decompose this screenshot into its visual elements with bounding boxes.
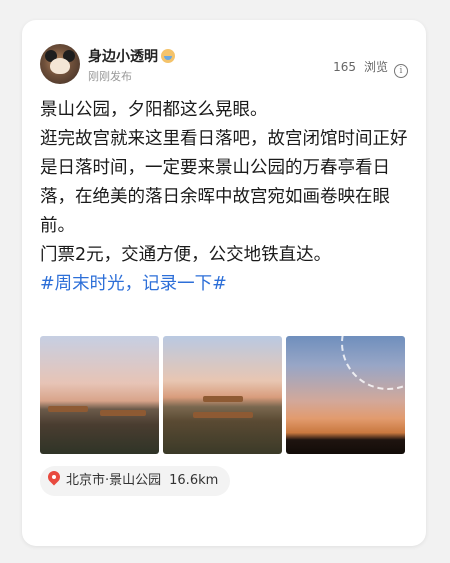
hashtag-link[interactable]: #周末时光，记录一下#	[40, 270, 412, 299]
user-badge-icon	[161, 49, 175, 63]
content-line: 景山公园，夕阳都这么晃眼。	[40, 100, 268, 120]
post-header: 身边小透明 刚刚发布 165 浏览 i	[40, 44, 408, 88]
palace-roof-shape	[203, 396, 243, 402]
view-count: 165 浏览 i	[333, 58, 408, 78]
info-icon[interactable]: i	[394, 64, 408, 78]
view-count-number: 165	[333, 60, 356, 74]
photo-sunset-horizon[interactable]	[286, 336, 405, 454]
palace-roof-shape	[193, 412, 253, 418]
content-line: 门票2元，交通方便，公交地铁直达。	[40, 245, 332, 265]
view-count-label: 浏览	[363, 60, 388, 74]
location-name: 北京市·景山公园	[66, 473, 162, 488]
dashed-arc-shape	[341, 336, 405, 390]
palace-roof-shape	[48, 406, 88, 412]
photo-sunset-palace-1[interactable]	[40, 336, 159, 454]
post-time: 刚刚发布	[88, 70, 132, 83]
avatar-face	[50, 58, 70, 74]
content-line: 逛完故宫就来这里看日落吧，故宫闭馆时间正好是日落时间，一定要来景山公园的万春亭看…	[40, 129, 408, 236]
palace-roof-shape	[100, 410, 146, 416]
photo-sunset-palace-2[interactable]	[163, 336, 282, 454]
author-name-text[interactable]: 身边小透明	[88, 49, 158, 65]
location-tag[interactable]: 北京市·景山公园 16.6km	[40, 466, 231, 496]
location-pin-icon	[48, 471, 60, 487]
avatar[interactable]	[40, 44, 80, 84]
author-name[interactable]: 身边小透明	[88, 46, 175, 66]
photo-grid	[40, 336, 406, 454]
post-content: 景山公园，夕阳都这么晃眼。 逛完故宫就来这里看日落吧，故宫闭馆时间正好是日落时间…	[40, 96, 412, 299]
location-distance: 16.6km	[169, 473, 219, 488]
post-card: 身边小透明 刚刚发布 165 浏览 i 景山公园，夕阳都这么晃眼。 逛完故宫就来这里…	[22, 20, 426, 546]
